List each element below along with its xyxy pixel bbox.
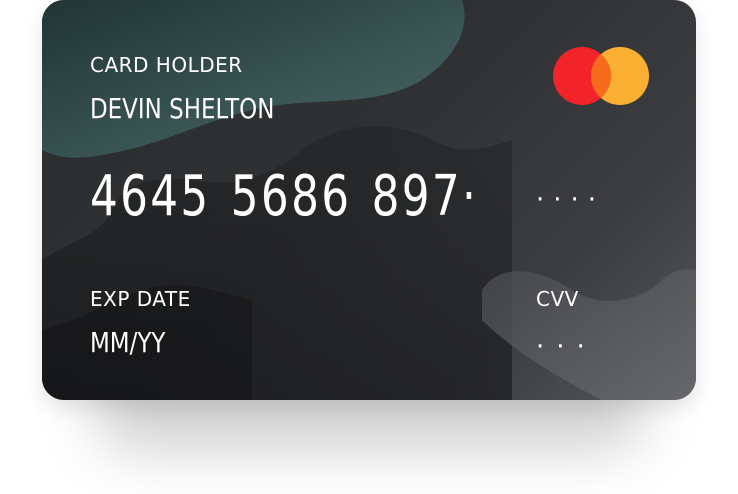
card-number-masked: ····: [536, 185, 606, 215]
card-stage: CARD HOLDER DEVIN SHELTON 4645 5686 897· ·…: [0, 0, 738, 494]
card-holder-label: CARD HOLDER: [90, 53, 243, 77]
card-number: 4645 5686 897·: [90, 164, 499, 229]
exp-date-label: EXP DATE: [90, 287, 191, 311]
cvv-label: CVV: [536, 287, 579, 311]
cvv-value: ···: [536, 332, 597, 362]
card-number-group-3: 897·: [371, 164, 479, 229]
credit-card[interactable]: CARD HOLDER DEVIN SHELTON 4645 5686 897· ·…: [42, 0, 696, 400]
mastercard-logo-icon: [553, 47, 649, 105]
card-number-group-1: 4645: [90, 164, 211, 229]
card-number-group-2: 5686: [230, 164, 352, 229]
card-holder-name: DEVIN SHELTON: [90, 92, 275, 125]
exp-date-value: MM/YY: [90, 326, 166, 359]
